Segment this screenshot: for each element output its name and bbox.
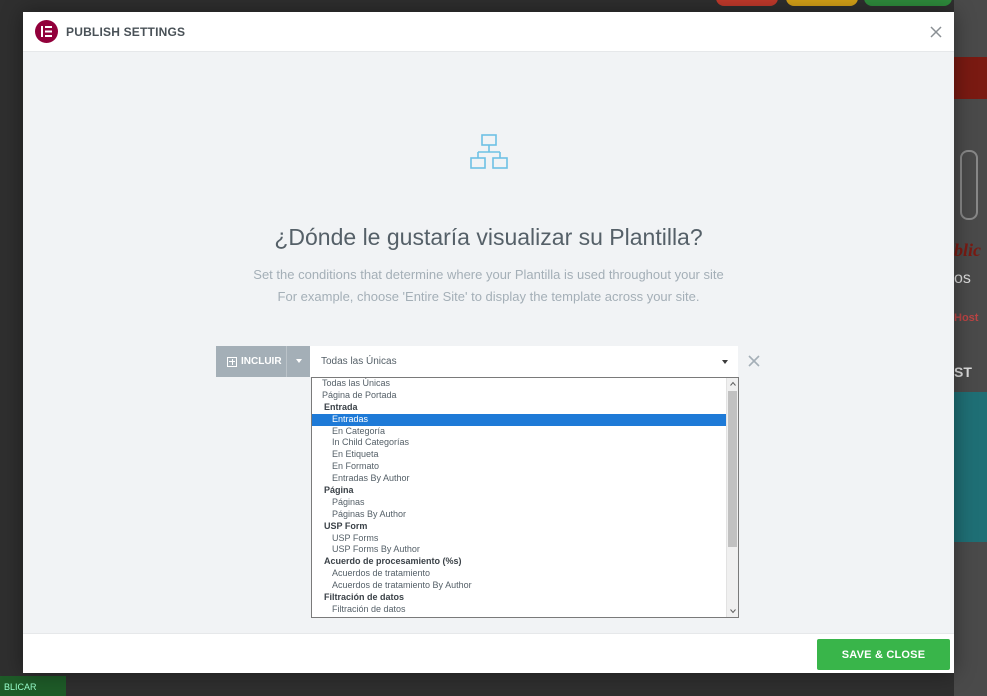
dropdown-option[interactable]: Página de Portada bbox=[312, 390, 726, 402]
dropdown-option[interactable]: USP Forms bbox=[312, 533, 726, 545]
dropdown-group-label: Filtración de datos bbox=[324, 592, 405, 603]
condition-type-label: INCLUIR bbox=[241, 356, 282, 367]
bg-red-banner bbox=[954, 57, 987, 99]
divider bbox=[286, 346, 287, 377]
bg-toolbar-pill bbox=[864, 0, 952, 6]
scrollbar[interactable] bbox=[726, 378, 738, 617]
modal-header: PUBLISH SETTINGS bbox=[23, 12, 954, 52]
bg-publish-button: BLICAR bbox=[0, 676, 66, 696]
dropdown-option[interactable]: Páginas bbox=[312, 497, 726, 509]
dropdown-option[interactable]: Entradas By Author bbox=[312, 473, 726, 485]
close-icon[interactable] bbox=[928, 24, 944, 40]
publish-settings-modal: PUBLISH SETTINGS ¿Dónde le gustaría visu… bbox=[23, 12, 954, 673]
bg-text-fragment: os bbox=[954, 270, 971, 287]
dropdown-options: Todas las Únicas Página de Portada Entrada… bbox=[312, 378, 726, 616]
description-line: Set the conditions that determine where … bbox=[253, 267, 724, 282]
dropdown-option[interactable]: In Child Categorías bbox=[312, 437, 726, 449]
scrollbar-thumb[interactable] bbox=[728, 391, 737, 547]
dropdown-option[interactable]: USP Forms By Author bbox=[312, 544, 726, 556]
bg-toolbar-pill bbox=[786, 0, 858, 6]
dropdown-option[interactable]: Entradas bbox=[312, 413, 726, 426]
dropdown-option[interactable]: Acuerdos de tratamiento By Author bbox=[312, 580, 726, 592]
condition-name-select[interactable]: Todas las Únicas bbox=[310, 346, 738, 377]
modal-title: PUBLISH SETTINGS bbox=[66, 24, 186, 39]
elementor-logo-icon bbox=[35, 20, 58, 43]
dropdown-option[interactable]: En Formato bbox=[312, 461, 726, 473]
bg-illustration bbox=[954, 392, 987, 542]
caret-down-icon bbox=[296, 359, 302, 363]
dropdown-option[interactable]: Acuerdos de tratamiento bbox=[312, 568, 726, 580]
plus-icon bbox=[227, 356, 237, 367]
dropdown-group-label: Página bbox=[324, 485, 354, 496]
sitemap-icon bbox=[469, 134, 509, 177]
remove-condition-icon[interactable] bbox=[747, 354, 761, 368]
condition-dropdown-list[interactable]: Todas las Únicas Página de Portada Entrada… bbox=[311, 377, 739, 618]
dropdown-group-label: USP Form bbox=[324, 520, 368, 531]
scroll-up-icon[interactable] bbox=[730, 381, 736, 387]
dropdown-group-label: Acuerdo de procesamiento (%s) bbox=[324, 556, 462, 567]
dropdown-option[interactable]: Filtración de datos bbox=[312, 604, 726, 616]
scroll-down-icon[interactable] bbox=[730, 608, 736, 614]
dropdown-option[interactable]: En Categoría bbox=[312, 426, 726, 438]
page-heading: ¿Dónde le gustaría visualizar su Plantil… bbox=[274, 224, 703, 250]
save-close-button[interactable]: SAVE & CLOSE bbox=[817, 639, 950, 670]
condition-selected-value: Todas las Únicas bbox=[321, 356, 397, 367]
condition-type-select[interactable]: INCLUIR bbox=[216, 346, 310, 377]
caret-down-icon bbox=[722, 360, 728, 364]
dropdown-option[interactable]: En Etiqueta bbox=[312, 449, 726, 461]
modal-footer: SAVE & CLOSE bbox=[23, 633, 954, 673]
bg-text-fragment: Host bbox=[954, 312, 979, 324]
dropdown-option[interactable]: Todas las Únicas bbox=[312, 378, 726, 390]
description-line: For example, choose 'Entire Site' to dis… bbox=[277, 289, 700, 304]
bg-preview-strip: blic os Host ST bbox=[954, 0, 987, 696]
modal-content: ¿Dónde le gustaría visualizar su Plantil… bbox=[23, 52, 954, 633]
dropdown-group-label: Entrada bbox=[324, 401, 358, 412]
bg-toolbar-pill bbox=[716, 0, 778, 6]
bg-text-fragment: blic bbox=[954, 240, 981, 260]
bg-shape bbox=[960, 150, 978, 220]
dropdown-option[interactable]: Páginas By Author bbox=[312, 509, 726, 521]
bg-text-fragment: ST bbox=[954, 364, 972, 380]
